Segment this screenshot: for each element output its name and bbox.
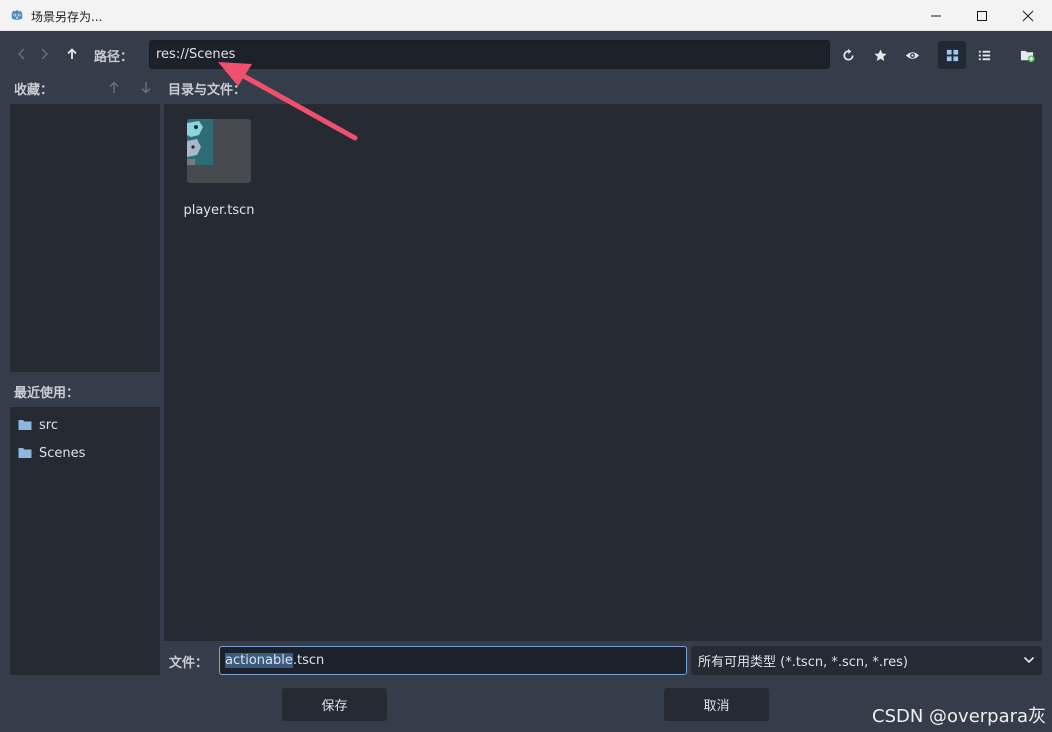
favorite-button[interactable] (866, 41, 894, 69)
new-folder-button[interactable] (1013, 41, 1041, 69)
recent-item-scenes[interactable]: Scenes (18, 442, 85, 464)
window-title: 场景另存为... (31, 10, 103, 24)
filename-input[interactable]: actionable .tscn (219, 646, 687, 675)
character-sprite-icon (187, 119, 213, 165)
filename-selected-text: actionable (225, 653, 293, 668)
recent-list: src Scenes (10, 407, 160, 675)
save-scene-dialog: 场景另存为... 路径： 收藏： (0, 0, 1052, 732)
godot-logo-icon (11, 9, 23, 20)
recent-item-label: src (39, 417, 58, 433)
eye-icon (905, 51, 919, 59)
filename-label: 文件： (169, 656, 209, 671)
maximize-icon (977, 10, 987, 21)
favorites-label: 收藏： (14, 83, 54, 98)
close-icon (1022, 10, 1034, 21)
refresh-button[interactable] (834, 41, 862, 69)
list-icon (978, 50, 990, 60)
arrow-up-icon (67, 48, 77, 59)
grid-icon (946, 49, 958, 61)
scene-thumbnail (187, 119, 251, 183)
minimize-button[interactable] (913, 0, 959, 31)
grid-view-button[interactable] (938, 41, 966, 69)
file-item[interactable]: player.tscn (182, 118, 256, 218)
toggle-hidden-button[interactable] (898, 41, 926, 69)
files-label: 目录与文件： (168, 83, 247, 98)
path-label: 路径： (94, 50, 134, 65)
recent-item-src[interactable]: src (18, 414, 58, 436)
back-button[interactable] (13, 45, 31, 63)
file-type-value: 所有可用类型 (*.tscn, *.scn, *.res) (698, 655, 908, 670)
new-folder-icon (1020, 50, 1035, 62)
minimize-icon (931, 15, 941, 16)
title-bar: 场景另存为... (0, 0, 1052, 31)
folder-icon (18, 420, 32, 430)
filename-extension-text: .tscn (292, 653, 325, 668)
file-grid: player.tscn (164, 104, 1042, 641)
chevron-right-icon (41, 48, 48, 60)
chevron-down-icon (1023, 656, 1035, 664)
arrow-down-icon (141, 81, 151, 93)
file-name: player.tscn (183, 203, 255, 218)
save-button[interactable]: 保存 (282, 688, 387, 721)
close-button[interactable] (1005, 0, 1051, 31)
cancel-button[interactable]: 取消 (664, 688, 769, 721)
recent-label: 最近使用： (14, 386, 80, 401)
folder-icon (18, 448, 32, 458)
file-type-select[interactable]: 所有可用类型 (*.tscn, *.scn, *.res) (691, 646, 1042, 675)
move-favorite-up-button[interactable] (106, 79, 122, 95)
recent-item-label: Scenes (39, 445, 86, 461)
refresh-icon (842, 48, 854, 60)
star-icon (873, 48, 887, 61)
forward-button[interactable] (35, 45, 53, 63)
favorites-list[interactable] (10, 104, 160, 372)
parent-folder-button[interactable] (63, 45, 81, 63)
list-view-button[interactable] (970, 41, 998, 69)
maximize-button[interactable] (959, 0, 1005, 31)
move-favorite-down-button[interactable] (138, 79, 154, 95)
chevron-left-icon (18, 48, 25, 60)
path-input[interactable] (149, 40, 830, 69)
arrow-up-icon (109, 81, 119, 93)
watermark-text: CSDN @overpara灰 (872, 706, 1047, 727)
